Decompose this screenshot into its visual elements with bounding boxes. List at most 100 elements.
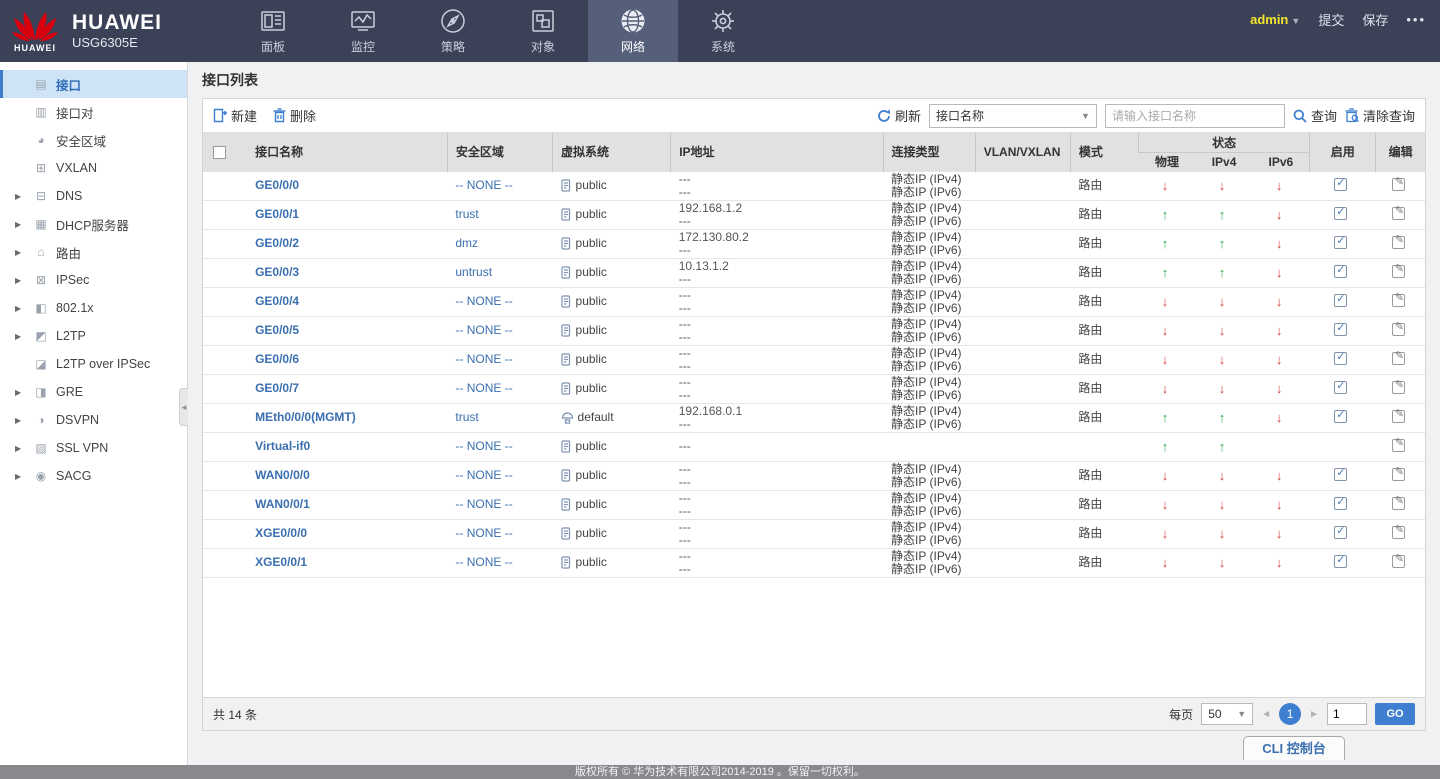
sidebar-item[interactable]: ▶ ◑ DSVPN bbox=[0, 406, 187, 434]
security-zone-link[interactable]: -- NONE -- bbox=[455, 352, 512, 366]
security-zone-link[interactable]: trust bbox=[455, 207, 478, 221]
new-button[interactable]: 新建 bbox=[213, 106, 257, 125]
security-zone-link[interactable]: -- NONE -- bbox=[455, 323, 512, 337]
enable-checkbox[interactable] bbox=[1334, 206, 1348, 220]
sidebar-item[interactable]: ▶ ▦ DHCP服务器 bbox=[0, 210, 187, 238]
clear-query-button[interactable]: 清除查询 bbox=[1345, 106, 1415, 125]
edit-icon[interactable] bbox=[1391, 234, 1405, 249]
edit-icon[interactable] bbox=[1391, 524, 1405, 539]
enable-checkbox[interactable] bbox=[1334, 322, 1348, 336]
security-zone-link[interactable]: -- NONE -- bbox=[455, 468, 512, 482]
enable-checkbox[interactable] bbox=[1334, 467, 1348, 481]
sidebar-item[interactable]: ▶ ▧ SSL VPN bbox=[0, 434, 187, 462]
enable-checkbox[interactable] bbox=[1334, 235, 1348, 249]
expand-caret-icon[interactable]: ▶ bbox=[15, 304, 25, 313]
edit-icon[interactable] bbox=[1391, 321, 1405, 336]
edit-icon[interactable] bbox=[1391, 466, 1405, 481]
interface-name-link[interactable]: Virtual-if0 bbox=[255, 439, 310, 453]
interface-name-link[interactable]: GE0/0/3 bbox=[255, 265, 299, 279]
enable-checkbox[interactable] bbox=[1334, 177, 1348, 191]
edit-icon[interactable] bbox=[1391, 176, 1405, 191]
sidebar-item[interactable]: ◪ L2TP over IPSec bbox=[0, 350, 187, 378]
nav-tab-monitor[interactable]: 监控 bbox=[318, 0, 408, 62]
sidebar-item[interactable]: ◕ 安全区域 bbox=[0, 126, 187, 154]
goto-page-input[interactable] bbox=[1327, 703, 1367, 725]
next-page-icon[interactable]: ► bbox=[1309, 709, 1319, 720]
security-zone-link[interactable]: -- NONE -- bbox=[455, 526, 512, 540]
expand-caret-icon[interactable]: ▶ bbox=[15, 332, 25, 341]
enable-checkbox[interactable] bbox=[1334, 293, 1348, 307]
interface-name-link[interactable]: XGE0/0/0 bbox=[255, 526, 307, 540]
enable-checkbox[interactable] bbox=[1334, 554, 1348, 568]
nav-tab-system[interactable]: 系统 bbox=[678, 0, 768, 62]
enable-checkbox[interactable] bbox=[1334, 380, 1348, 394]
expand-caret-icon[interactable]: ▶ bbox=[15, 416, 25, 425]
nav-tab-network[interactable]: 网络 bbox=[588, 0, 678, 62]
sidebar-item[interactable]: ▤ 接口 bbox=[0, 70, 187, 98]
interface-name-link[interactable]: GE0/0/2 bbox=[255, 236, 299, 250]
edit-icon[interactable] bbox=[1391, 379, 1405, 394]
query-button[interactable]: 查询 bbox=[1293, 106, 1337, 125]
cli-console-button[interactable]: CLI 控制台 bbox=[1243, 736, 1345, 760]
refresh-button[interactable]: 刷新 bbox=[877, 106, 921, 125]
per-page-select[interactable]: 50 ▼ bbox=[1201, 703, 1254, 725]
enable-checkbox[interactable] bbox=[1334, 264, 1348, 278]
save-button[interactable]: 保存 bbox=[1362, 10, 1388, 29]
user-menu[interactable]: admin ▼ bbox=[1250, 12, 1300, 27]
security-zone-link[interactable]: trust bbox=[455, 410, 478, 424]
edit-icon[interactable] bbox=[1391, 408, 1405, 423]
security-zone-link[interactable]: dmz bbox=[455, 236, 478, 250]
search-input[interactable] bbox=[1104, 103, 1285, 128]
interface-name-link[interactable]: GE0/0/7 bbox=[255, 381, 299, 395]
edit-icon[interactable] bbox=[1391, 495, 1405, 510]
edit-icon[interactable] bbox=[1391, 292, 1405, 307]
expand-caret-icon[interactable]: ▶ bbox=[15, 388, 25, 397]
delete-button[interactable]: 删除 bbox=[273, 106, 316, 125]
current-page-button[interactable]: 1 bbox=[1279, 703, 1302, 725]
nav-tab-objects[interactable]: 对象 bbox=[498, 0, 588, 62]
sidebar-item[interactable]: ▶ ⊠ IPSec bbox=[0, 266, 187, 294]
expand-caret-icon[interactable]: ▶ bbox=[15, 444, 25, 453]
interface-name-link[interactable]: WAN0/0/0 bbox=[255, 468, 310, 482]
security-zone-link[interactable]: -- NONE -- bbox=[455, 294, 512, 308]
enable-checkbox[interactable] bbox=[1334, 525, 1348, 539]
sidebar-item[interactable]: ▶ ◨ GRE bbox=[0, 378, 187, 406]
interface-name-link[interactable]: GE0/0/6 bbox=[255, 352, 299, 366]
prev-page-icon[interactable]: ◄ bbox=[1261, 709, 1271, 720]
interface-name-link[interactable]: GE0/0/0 bbox=[255, 178, 299, 192]
expand-caret-icon[interactable]: ▶ bbox=[15, 472, 25, 481]
filter-field-select[interactable]: 接口名称 ▼ bbox=[928, 103, 1097, 128]
more-menu-button[interactable]: ••• bbox=[1406, 12, 1426, 27]
sidebar-item[interactable]: ▶ ◧ 802.1x bbox=[0, 294, 187, 322]
expand-caret-icon[interactable]: ▶ bbox=[15, 220, 25, 229]
go-button[interactable]: GO bbox=[1375, 703, 1415, 725]
sidebar-item[interactable]: ▶ ◩ L2TP bbox=[0, 322, 187, 350]
security-zone-link[interactable]: -- NONE -- bbox=[455, 555, 512, 569]
sidebar-collapse-handle[interactable]: ◂ bbox=[179, 388, 188, 426]
sidebar-item[interactable]: ▥ 接口对 bbox=[0, 98, 187, 126]
nav-tab-dashboard[interactable]: 面板 bbox=[228, 0, 318, 62]
interface-name-link[interactable]: GE0/0/4 bbox=[255, 294, 299, 308]
interface-name-link[interactable]: GE0/0/5 bbox=[255, 323, 299, 337]
edit-icon[interactable] bbox=[1391, 553, 1405, 568]
edit-icon[interactable] bbox=[1391, 437, 1405, 452]
nav-tab-policy[interactable]: 策略 bbox=[408, 0, 498, 62]
interface-name-link[interactable]: MEth0/0/0(MGMT) bbox=[255, 410, 356, 424]
expand-caret-icon[interactable]: ▶ bbox=[15, 192, 25, 201]
enable-checkbox[interactable] bbox=[1334, 351, 1348, 365]
enable-checkbox[interactable] bbox=[1334, 496, 1348, 510]
sidebar-item[interactable]: ⊞ VXLAN bbox=[0, 154, 187, 182]
expand-caret-icon[interactable]: ▶ bbox=[15, 248, 25, 257]
security-zone-link[interactable]: -- NONE -- bbox=[455, 178, 512, 192]
interface-name-link[interactable]: XGE0/0/1 bbox=[255, 555, 307, 569]
enable-checkbox[interactable] bbox=[1334, 409, 1348, 423]
security-zone-link[interactable]: untrust bbox=[455, 265, 492, 279]
sidebar-item[interactable]: ▶ ◉ SACG bbox=[0, 462, 187, 490]
edit-icon[interactable] bbox=[1391, 205, 1405, 220]
sidebar-item[interactable]: ▶ ⊟ DNS bbox=[0, 182, 187, 210]
interface-name-link[interactable]: WAN0/0/1 bbox=[255, 497, 310, 511]
security-zone-link[interactable]: -- NONE -- bbox=[455, 497, 512, 511]
expand-caret-icon[interactable]: ▶ bbox=[15, 276, 25, 285]
interface-name-link[interactable]: GE0/0/1 bbox=[255, 207, 299, 221]
edit-icon[interactable] bbox=[1391, 263, 1405, 278]
